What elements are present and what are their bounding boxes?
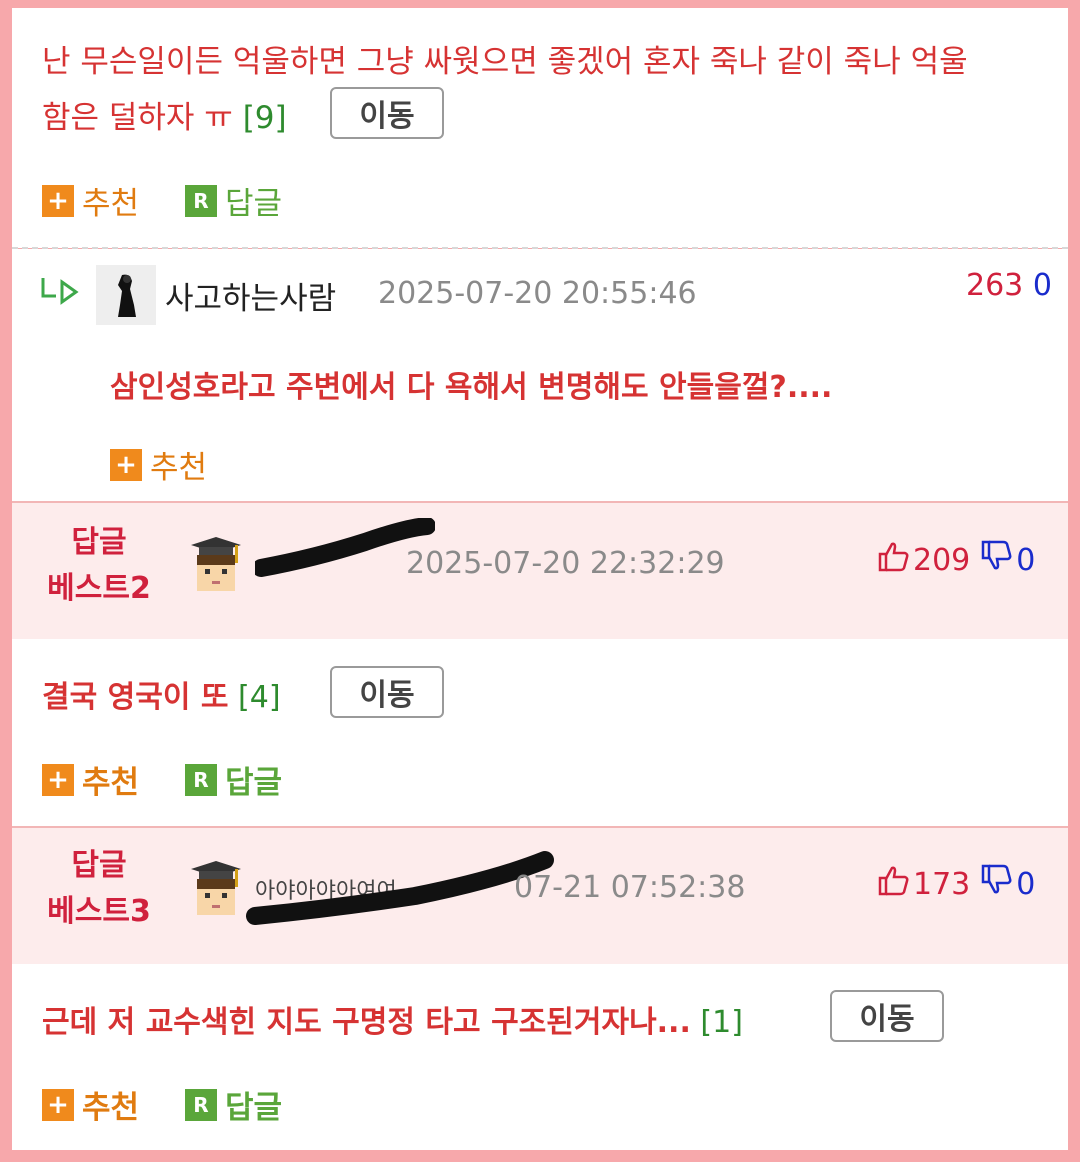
move-button[interactable]: 이동 <box>330 666 444 718</box>
upvote-count: 209 <box>913 542 971 578</box>
recommend-button[interactable]: + 추천 <box>42 757 139 802</box>
best-reply-badge: 답글 베스트2 <box>38 520 160 612</box>
comment-text: 난 무슨일이든 억울하면 그냥 싸웟으면 좋겠어 혼자 죽나 같이 죽나 억울 … <box>42 34 1042 146</box>
reply-label: 답글 <box>225 1090 283 1126</box>
reply-label: 답글 <box>225 186 283 222</box>
plus-icon: + <box>42 184 74 217</box>
plus-icon: + <box>110 448 142 481</box>
downvote-count: 0 <box>1016 866 1036 902</box>
comment-date: 2025-07-20 20:55:46 <box>378 276 697 311</box>
comment-text-line1: 결국 영국이 또 <box>42 680 229 715</box>
best-label-line2: 베스트3 <box>47 894 151 929</box>
reply-text: 삼인성호라고 주변에서 다 욕해서 변명해도 안들을껄?.... <box>110 370 833 405</box>
best-reply-body-2 <box>12 639 1068 827</box>
reply-count[interactable]: [4] <box>238 680 281 715</box>
recommend-button[interactable]: + 추천 <box>42 178 139 223</box>
author-name[interactable]: 사고하는사람 <box>165 273 336 318</box>
downvote-count: 0 <box>1016 542 1036 578</box>
thumbs-down-icon[interactable] <box>980 540 1012 580</box>
recommend-label: 추천 <box>150 450 208 486</box>
reply-icon: R <box>185 763 217 796</box>
thumbs-down-icon[interactable] <box>980 864 1012 904</box>
reply-icon: R <box>185 1088 217 1121</box>
upvote-count: 263 <box>966 268 1024 303</box>
vote-counts: 263 0 <box>966 268 1052 303</box>
recommend-label: 추천 <box>82 186 140 222</box>
avatar[interactable] <box>185 533 247 595</box>
move-button[interactable]: 이동 <box>330 87 444 139</box>
upvote-count: 173 <box>913 866 971 902</box>
reply-arrow-icon <box>40 276 80 310</box>
reply-count[interactable]: [1] <box>700 1005 743 1040</box>
comment-text-line1: 근데 저 교수색힌 지도 구명정 타고 구조된거자나... <box>42 1005 691 1040</box>
reply-label: 답글 <box>225 765 283 801</box>
avatar[interactable] <box>96 265 156 325</box>
vote-counts: 173 0 <box>877 864 1035 904</box>
recommend-label: 추천 <box>82 1090 140 1126</box>
comment-text-line1: 난 무슨일이든 억울하면 그냥 싸웟으면 좋겠어 혼자 죽나 같이 죽나 억울 <box>42 44 968 80</box>
move-button[interactable]: 이동 <box>830 990 944 1042</box>
comment-date: 07-21 07:52:38 <box>514 870 746 905</box>
plus-icon: + <box>42 1088 74 1121</box>
reply-button[interactable]: R 답글 <box>185 178 282 223</box>
comment-text: 근데 저 교수색힌 지도 구명정 타고 구조된거자나... [1] <box>42 997 743 1041</box>
thumbs-up-icon[interactable] <box>877 540 909 580</box>
recommend-label: 추천 <box>82 765 140 801</box>
reply-button[interactable]: R 답글 <box>185 757 282 802</box>
best-label-line2: 베스트2 <box>47 571 151 606</box>
best-label-line1: 답글 <box>71 848 127 883</box>
vote-counts: 209 0 <box>877 540 1035 580</box>
best-reply-badge: 답글 베스트3 <box>38 843 160 935</box>
comment-text-line2: 함은 덜하자 ㅠ <box>42 100 233 136</box>
best-label-line1: 답글 <box>71 525 127 560</box>
reply-count[interactable]: [9] <box>243 100 287 136</box>
thumbs-up-icon[interactable] <box>877 864 909 904</box>
plus-icon: + <box>42 763 74 796</box>
reply-icon: R <box>185 184 217 217</box>
downvote-count: 0 <box>1032 268 1052 303</box>
recommend-button[interactable]: + 추천 <box>42 1082 139 1127</box>
avatar[interactable] <box>185 857 247 919</box>
reply-button[interactable]: R 답글 <box>185 1082 282 1127</box>
recommend-button[interactable]: + 추천 <box>110 442 207 487</box>
comment-text: 결국 영국이 또 [4] <box>42 672 281 716</box>
comment-date: 2025-07-20 22:32:29 <box>406 546 725 581</box>
